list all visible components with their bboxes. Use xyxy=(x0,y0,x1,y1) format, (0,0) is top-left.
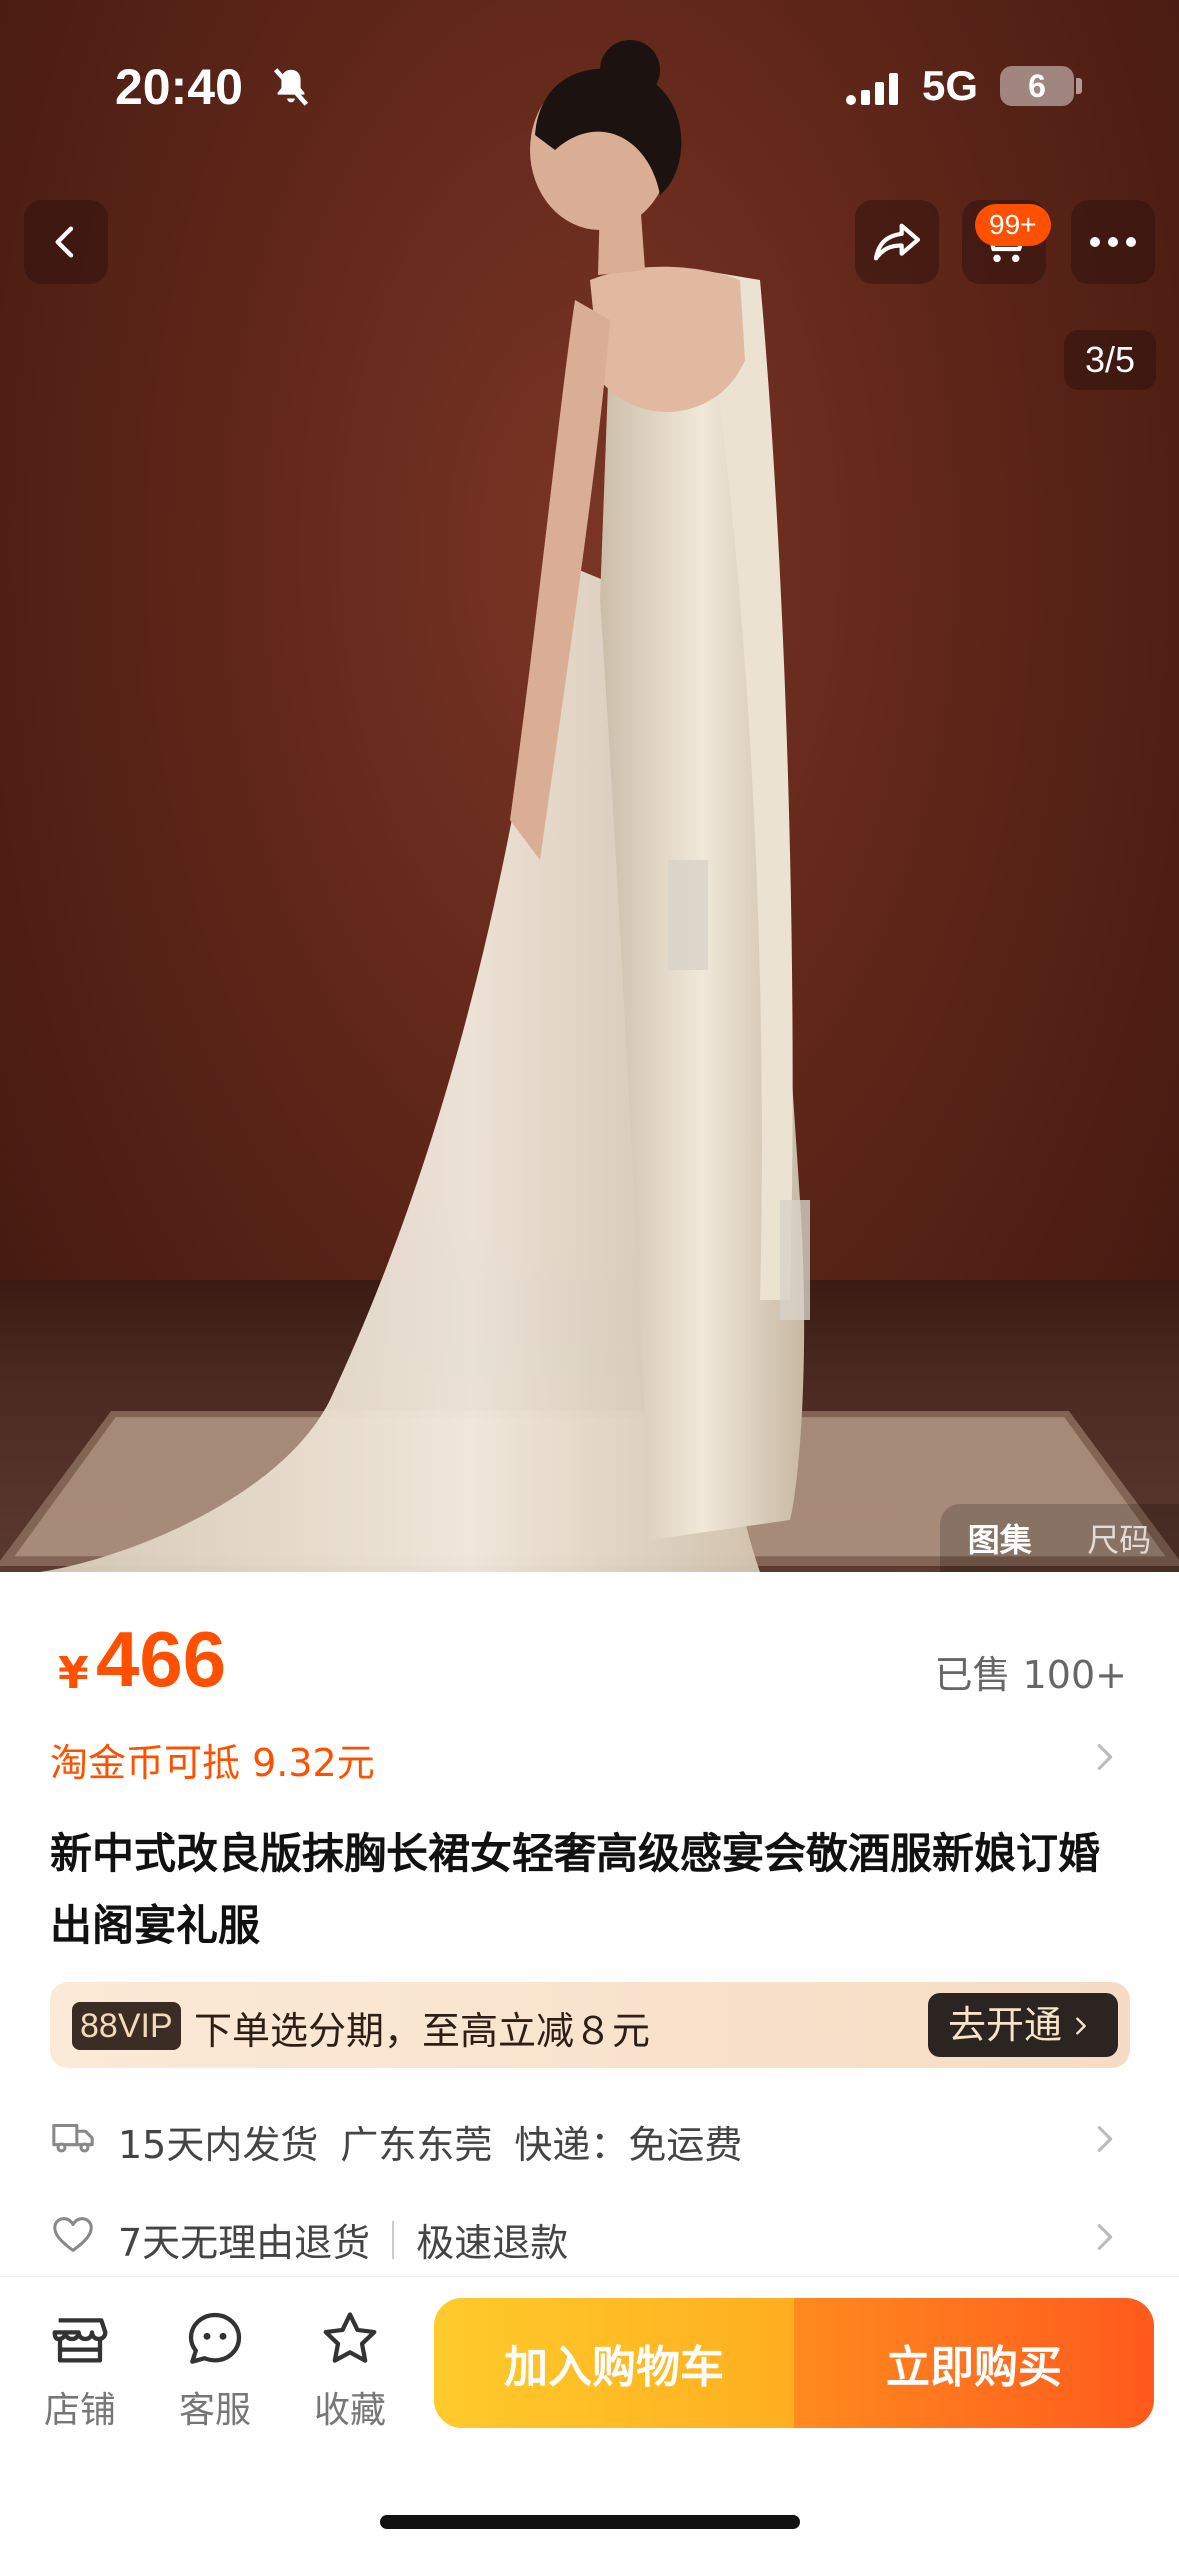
returns-info: 7天无理由退货 极速退款 xyxy=(118,2212,568,2267)
status-bar: 20:40 5G 6 xyxy=(0,40,1179,130)
cart-badge: 99+ xyxy=(975,204,1051,246)
product-title: 新中式改良版抹胸长裙女轻奢高级感宴会敬酒服新娘订婚出阁宴礼服 xyxy=(50,1829,1101,1950)
price-value: 466 xyxy=(96,1615,227,1703)
vip-activate-button[interactable]: 去开通 xyxy=(927,1993,1118,2057)
add-to-cart-button[interactable]: 加入购物车 xyxy=(434,2298,794,2428)
returns-row[interactable]: 7天无理由退货 极速退款 xyxy=(0,2196,1179,2276)
chevron-right-icon xyxy=(1097,1744,1113,1770)
gallery-tabs: 图集 尺码 xyxy=(940,1504,1179,1572)
store-label: 店铺 xyxy=(43,2390,116,2431)
purchase-buttons: 加入购物车 立即购买 xyxy=(434,2298,1154,2428)
vip-activate-label: 去开通 xyxy=(947,2003,1062,2047)
vip-tag: 88VIP xyxy=(72,2002,181,2050)
vip-promo-text: 下单选分期，至高立减８元 xyxy=(194,2009,651,2053)
battery-indicator: 6 xyxy=(1000,66,1074,106)
coin-deduction-text: 淘金币可抵 9.32元 xyxy=(50,1741,375,1785)
buy-now-button[interactable]: 立即购买 xyxy=(794,2298,1154,2428)
home-indicator[interactable] xyxy=(380,2515,800,2529)
return-policy: 7天无理由退货 xyxy=(118,2221,371,2265)
product-image[interactable]: 20:40 5G 6 99+ 3/5 图集 尺码 xyxy=(0,0,1179,1572)
ship-origin: 广东东莞 xyxy=(340,2123,493,2167)
tab-gallery[interactable]: 图集 xyxy=(940,1515,1060,1561)
store-icon xyxy=(52,2318,108,2363)
ship-time: 15天内发货 xyxy=(118,2123,319,2167)
share-button[interactable] xyxy=(855,200,939,284)
fast-refund: 极速退款 xyxy=(416,2221,569,2265)
share-icon xyxy=(873,223,921,261)
more-dots-icon xyxy=(1090,237,1136,247)
image-counter: 3/5 xyxy=(1064,330,1156,390)
back-button[interactable] xyxy=(24,200,108,284)
coin-deduction-row[interactable]: 淘金币可抵 9.32元 xyxy=(0,1720,1179,1790)
chevron-right-icon xyxy=(1076,2017,1086,2035)
service-label: 客服 xyxy=(178,2390,251,2431)
tab-size[interactable]: 尺码 xyxy=(1060,1515,1179,1561)
signal-icon xyxy=(846,73,898,105)
favorite-button[interactable]: 收藏 xyxy=(300,2307,400,2433)
sold-count: 已售 100+ xyxy=(934,1653,1127,1697)
shipping-row[interactable]: 15天内发货 广东东莞 快递：免运费 xyxy=(0,2098,1179,2178)
mute-bell-icon xyxy=(273,68,309,106)
customer-service-button[interactable]: 客服 xyxy=(165,2307,265,2433)
more-button[interactable] xyxy=(1071,200,1155,284)
status-time: 20:40 xyxy=(115,59,243,115)
star-icon xyxy=(323,2312,377,2363)
divider xyxy=(392,2220,395,2259)
chevron-right-icon xyxy=(1097,2126,1113,2152)
shipping-info: 15天内发货 广东东莞 快递：免运费 xyxy=(118,2114,764,2169)
truck-icon xyxy=(52,2123,94,2153)
favorite-label: 收藏 xyxy=(313,2390,386,2431)
ship-fee: 快递：免运费 xyxy=(514,2123,743,2167)
battery-tip xyxy=(1076,78,1082,94)
price-symbol: ¥ xyxy=(58,1648,89,1699)
network-type: 5G xyxy=(922,62,979,109)
chat-smile-icon xyxy=(188,2312,242,2364)
price-row: ¥ 466 已售 100+ xyxy=(0,1600,1179,1710)
chevron-left-icon xyxy=(55,226,74,258)
chevron-right-icon xyxy=(1097,2224,1113,2250)
vip-promo-bar[interactable]: 88VIP 下单选分期，至高立减８元 去开通 xyxy=(50,1982,1130,2068)
heart-icon xyxy=(53,2217,93,2252)
store-button[interactable]: 店铺 xyxy=(30,2307,130,2433)
